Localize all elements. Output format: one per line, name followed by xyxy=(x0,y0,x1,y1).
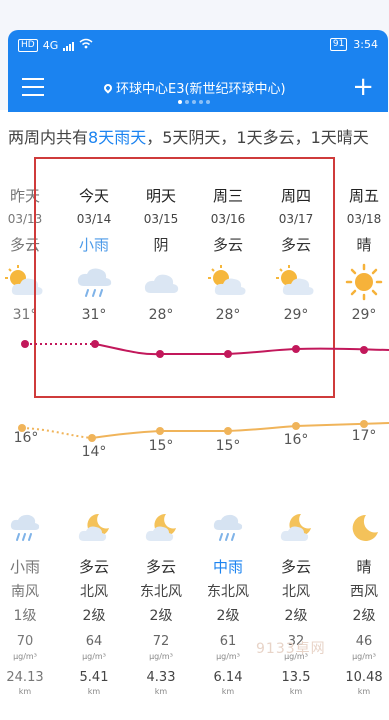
night-rain-icon xyxy=(198,508,258,548)
low-temp: 16° xyxy=(283,432,309,448)
air-quality-value: 70 xyxy=(16,634,34,649)
night-cloudy-moon-icon xyxy=(266,508,326,548)
visibility-unit: km xyxy=(221,687,235,696)
wind-level: 2级 xyxy=(352,608,376,624)
high-point xyxy=(21,340,29,348)
visibility-unit: km xyxy=(357,687,371,696)
wind-level: 2级 xyxy=(82,608,106,624)
wind-direction: 北风 xyxy=(80,584,108,600)
visibility-unit: km xyxy=(289,687,303,696)
air-quality-unit: μg/m³ xyxy=(149,652,173,661)
night-column[interactable]: 晴西风 2级 46 μg/m³ 10.48 km xyxy=(334,508,389,698)
location-pin-icon xyxy=(102,81,114,94)
sun-icon xyxy=(334,258,389,306)
location-selector[interactable]: 环球中心E3(新世纪环球中心) xyxy=(102,78,286,97)
summary-rest: ，5天阴天，1天多云，1天晴天 xyxy=(146,128,369,147)
day-name: 周五 xyxy=(348,187,379,205)
visibility-unit: km xyxy=(87,687,101,696)
watermark: 9133卓网 xyxy=(256,641,326,657)
night-condition: 多云 xyxy=(280,558,311,576)
wind-level: 2级 xyxy=(216,608,240,624)
moon-icon xyxy=(334,508,389,548)
high-temp-line xyxy=(94,343,389,356)
wind-direction: 西风 xyxy=(350,584,378,600)
wind-level: 2级 xyxy=(149,608,173,624)
summary-prefix: 两周内共有 xyxy=(8,128,89,147)
status-bar: HD 4G 91 3:54 xyxy=(18,38,378,56)
visibility-value: 24.13 xyxy=(6,670,44,685)
temperature-curves xyxy=(18,340,389,442)
wifi-icon xyxy=(79,38,93,52)
day-column[interactable]: 周五 03/18 晴 29° xyxy=(334,184,389,324)
high-point xyxy=(360,346,368,354)
low-temp: 17° xyxy=(351,428,377,444)
night-condition: 中雨 xyxy=(212,558,243,576)
low-temp: 14° xyxy=(81,444,107,460)
low-temp: 15° xyxy=(148,438,174,454)
menu-icon[interactable] xyxy=(22,78,44,96)
visibility-value: 10.48 xyxy=(345,670,383,685)
night-column[interactable]: 中雨东北风 2级 61 μg/m³ 6.14 km xyxy=(198,508,258,698)
night-column[interactable]: 多云东北风 2级 72 μg/m³ 4.33 km xyxy=(131,508,191,698)
clock: 3:54 xyxy=(353,38,378,51)
night-cloudy-moon-icon xyxy=(64,508,124,548)
visibility-unit: km xyxy=(18,687,32,696)
night-column[interactable]: 多云 北风 2级 32 μg/m³ 13.5 km xyxy=(266,508,326,698)
day-date: 03/18 xyxy=(346,212,382,226)
nav-bar: 环球中心E3(新世纪环球中心) + xyxy=(8,68,388,108)
night-condition: 晴 xyxy=(356,558,372,576)
battery-icon: 91 xyxy=(329,38,348,51)
air-quality-value: 64 xyxy=(85,634,103,649)
visibility-value: 6.14 xyxy=(213,670,243,685)
summary-rain-days: 8天雨天 xyxy=(88,128,147,147)
night-condition: 多云 xyxy=(145,558,176,576)
add-city-icon[interactable]: + xyxy=(352,74,374,100)
wind-level: 1级 xyxy=(13,608,37,624)
page-indicator xyxy=(178,100,210,104)
air-quality-unit: μg/m³ xyxy=(13,652,37,661)
wind-level: 2级 xyxy=(284,608,308,624)
night-column[interactable]: 小雨南风 1级 70 μg/m³ 24.13 km xyxy=(0,508,55,698)
high-point xyxy=(91,340,99,348)
air-quality-value: 46 xyxy=(355,634,373,649)
high-point xyxy=(156,350,164,358)
night-rain-icon xyxy=(0,508,55,548)
air-quality-unit: μg/m³ xyxy=(216,652,240,661)
location-name: 环球中心E3(新世纪环球中心) xyxy=(116,82,286,97)
visibility-value: 4.33 xyxy=(146,670,176,685)
low-point xyxy=(360,420,368,428)
network-label: 4G xyxy=(42,38,59,52)
signal-icon xyxy=(63,40,75,51)
visibility-unit: km xyxy=(154,687,168,696)
hd-badge: HD xyxy=(18,38,38,52)
night-condition: 小雨 xyxy=(9,558,40,576)
high-point xyxy=(292,345,300,353)
visibility-value: 5.41 xyxy=(79,670,109,685)
high-point xyxy=(224,350,232,358)
air-quality-value: 72 xyxy=(152,634,170,649)
low-temp: 16° xyxy=(13,430,39,446)
visibility-value: 13.5 xyxy=(281,670,311,685)
low-point xyxy=(292,422,300,430)
night-condition: 多云 xyxy=(78,558,109,576)
night-column[interactable]: 多云北风 2级 64 μg/m³ 5.41 km xyxy=(64,508,124,698)
low-point xyxy=(156,427,164,435)
wind-direction: 东北风 xyxy=(207,584,249,600)
night-cloudy-moon-icon xyxy=(131,508,191,548)
low-temp: 15° xyxy=(215,438,241,454)
day-condition: 晴 xyxy=(356,236,372,254)
air-quality-unit: μg/m³ xyxy=(352,652,376,661)
low-point xyxy=(224,427,232,435)
forecast-summary: 两周内共有8天雨天，5天阴天，1天多云，1天晴天 xyxy=(8,126,388,150)
wind-direction: 东北风 xyxy=(140,584,182,600)
air-quality-value: 61 xyxy=(219,634,237,649)
air-quality-unit: μg/m³ xyxy=(82,652,106,661)
wind-direction: 南风 xyxy=(11,584,39,600)
low-point xyxy=(88,434,96,442)
wind-direction: 北风 xyxy=(282,584,310,600)
